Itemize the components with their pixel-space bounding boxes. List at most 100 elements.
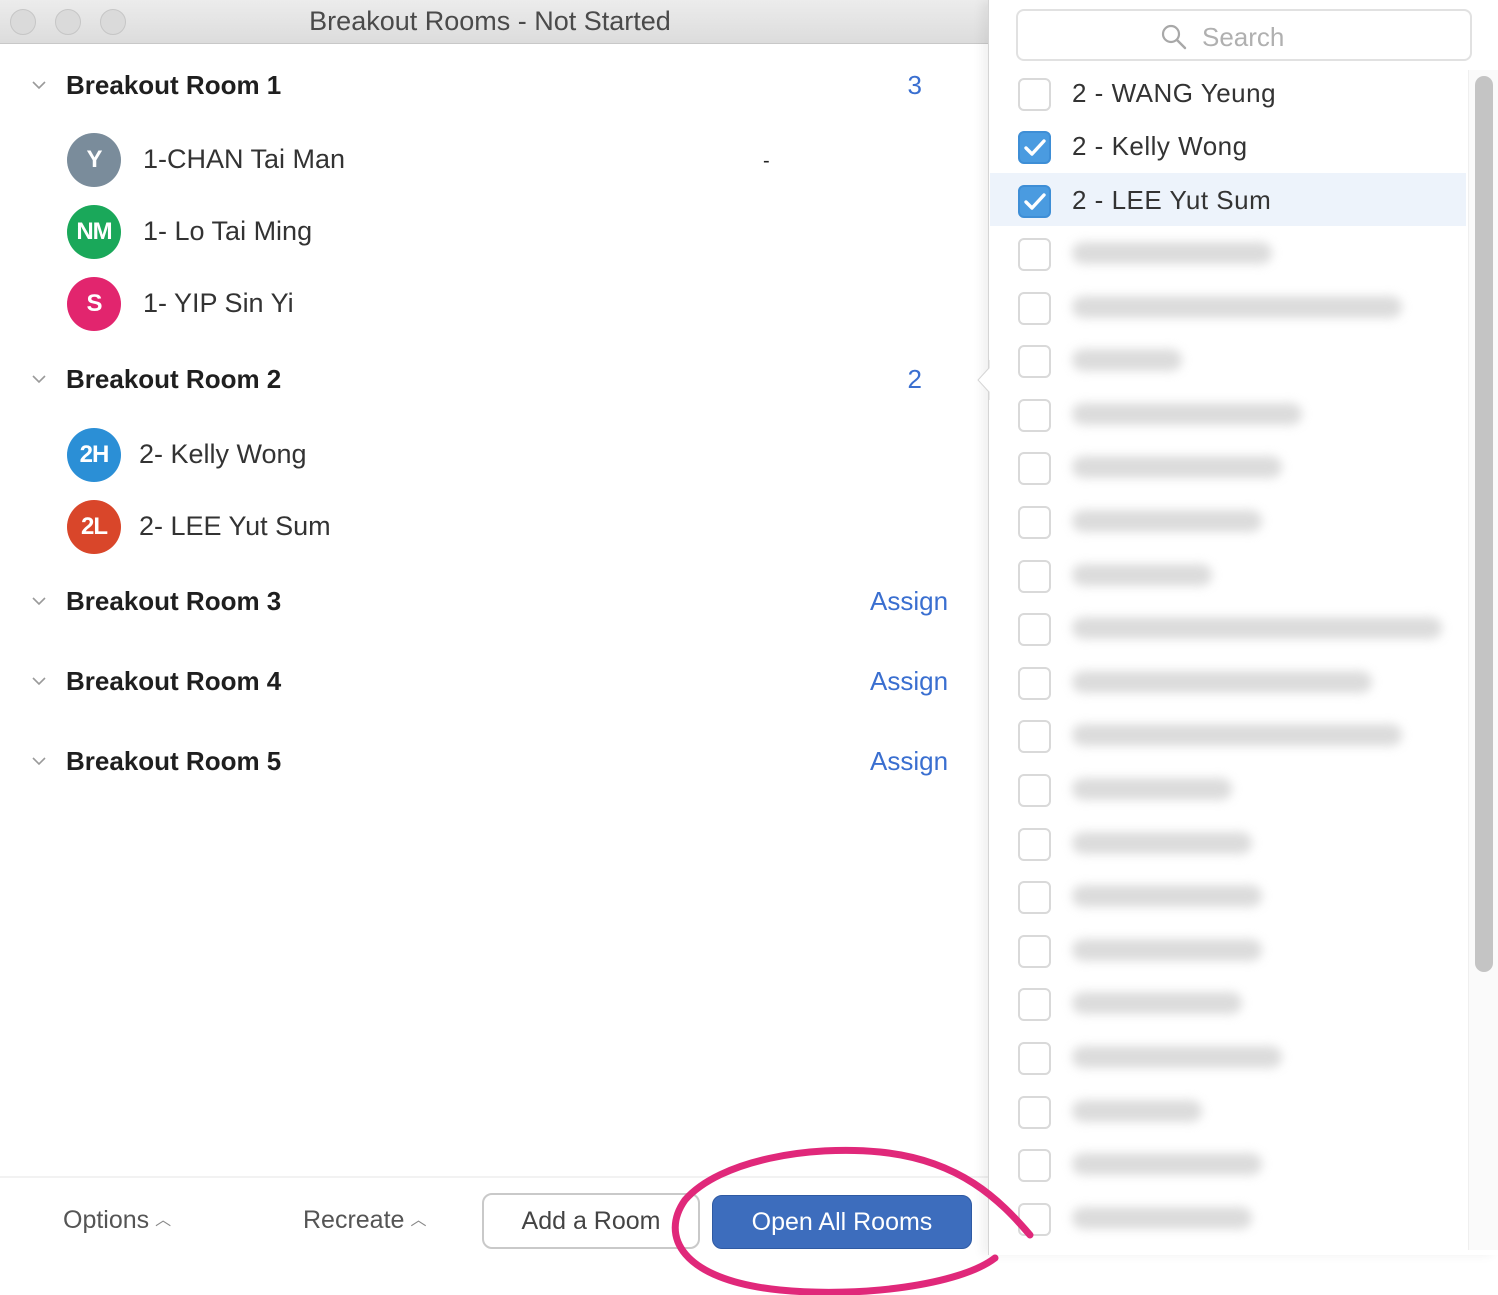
participant-checkbox[interactable]: [1018, 613, 1051, 647]
participant-checkbox[interactable]: [1018, 185, 1051, 218]
assign-link[interactable]: Assign: [870, 586, 948, 617]
participant-checkbox[interactable]: [1018, 452, 1051, 486]
room-member[interactable]: NM 1- Lo Tai Ming: [0, 205, 900, 261]
participant-checkbox[interactable]: [1018, 345, 1051, 379]
chevron-down-icon[interactable]: [30, 752, 48, 770]
participant-row-redacted[interactable]: [990, 976, 1466, 1029]
participant-checkbox[interactable]: [1018, 398, 1051, 432]
member-name: 2- LEE Yut Sum: [139, 511, 331, 541]
redacted-participant-name: [1072, 563, 1212, 586]
room-title: Breakout Room 3: [66, 586, 282, 616]
participant-row-redacted[interactable]: [990, 923, 1466, 976]
participant-row[interactable]: 2 - Kelly Wong: [990, 119, 1466, 172]
room-header-2[interactable]: Breakout Room 2 2: [0, 364, 990, 404]
participant-row-redacted[interactable]: [990, 1084, 1466, 1137]
participant-row-redacted[interactable]: [990, 762, 1466, 815]
search-icon: [1161, 24, 1187, 50]
participant-row-redacted[interactable]: [990, 816, 1466, 869]
search-input[interactable]: Search: [1016, 9, 1472, 61]
title-bar: Breakout Rooms - Not Started: [0, 0, 990, 44]
participant-row-redacted[interactable]: [990, 869, 1466, 922]
participant-checkbox[interactable]: [1018, 559, 1051, 593]
participant-checkbox[interactable]: [1018, 1202, 1051, 1236]
redacted-participant-name: [1072, 349, 1182, 372]
redacted-participant-name: [1072, 456, 1282, 479]
participant-row-redacted[interactable]: [990, 655, 1466, 708]
participant-row-redacted[interactable]: [990, 1191, 1466, 1244]
open-all-rooms-button[interactable]: Open All Rooms: [712, 1195, 972, 1249]
room-member[interactable]: S 1- YIP Sin Yi: [0, 277, 900, 333]
redacted-participant-name: [1072, 402, 1302, 425]
add-room-button[interactable]: Add a Room: [482, 1193, 700, 1249]
redacted-participant-name: [1072, 724, 1402, 747]
chevron-down-icon[interactable]: [30, 672, 48, 690]
participant-row-redacted[interactable]: [990, 440, 1466, 493]
assign-link[interactable]: Assign: [870, 746, 948, 777]
chevron-down-icon[interactable]: [30, 592, 48, 610]
room-member[interactable]: 2L 2- LEE Yut Sum: [0, 500, 900, 556]
room-header-3[interactable]: Breakout Room 3 Assign: [0, 586, 990, 626]
assign-link[interactable]: Assign: [870, 666, 948, 697]
participant-row-redacted[interactable]: [990, 601, 1466, 654]
participant-checkbox[interactable]: [1018, 774, 1051, 807]
redacted-participant-name: [1072, 295, 1402, 318]
options-label: Options: [63, 1206, 150, 1234]
participant-checkbox[interactable]: [1018, 1042, 1051, 1075]
room-member-count: 3: [907, 70, 922, 100]
room-title: Breakout Room 1: [66, 70, 282, 100]
options-button[interactable]: Options ︿: [63, 1206, 171, 1235]
participant-row-redacted[interactable]: [990, 1030, 1466, 1083]
room-member-count: 2: [907, 364, 922, 394]
window-title: Breakout Rooms - Not Started: [309, 6, 671, 36]
room-header-1[interactable]: Breakout Room 1 3: [0, 70, 990, 110]
participant-row-redacted[interactable]: [990, 548, 1466, 601]
participant-checkbox[interactable]: [1018, 988, 1051, 1022]
participant-row-redacted[interactable]: [990, 333, 1466, 386]
participant-checkbox[interactable]: [1018, 666, 1051, 700]
participant-checkbox[interactable]: [1018, 78, 1051, 111]
participant-name: 2 - WANG Yeung: [1072, 78, 1277, 108]
participant-row[interactable]: 2 - WANG Yeung: [990, 66, 1466, 119]
checkmark-icon: [1024, 193, 1046, 210]
chevron-up-icon: ︿: [155, 1212, 172, 1229]
redacted-participant-name: [1072, 670, 1372, 693]
participant-checkbox[interactable]: [1018, 131, 1051, 164]
member-name: 1-CHAN Tai Man: [143, 144, 346, 174]
participant-row-redacted[interactable]: [990, 708, 1466, 761]
participant-checkbox[interactable]: [1018, 881, 1051, 915]
redacted-participant-name: [1072, 831, 1252, 854]
participant-row-redacted[interactable]: [990, 226, 1466, 279]
participant-checkbox[interactable]: [1018, 291, 1051, 325]
redacted-participant-name: [1072, 885, 1262, 908]
participant-checkbox[interactable]: [1018, 827, 1051, 861]
footer-divider: [0, 1176, 990, 1178]
participant-row-redacted[interactable]: [990, 494, 1466, 547]
room-title: Breakout Room 4: [66, 666, 282, 696]
redacted-participant-name: [1072, 1153, 1262, 1176]
chevron-up-icon: ︿: [410, 1212, 427, 1229]
participant-row-redacted[interactable]: [990, 387, 1466, 440]
participant-row-redacted[interactable]: [990, 280, 1466, 333]
redacted-participant-name: [1072, 938, 1262, 961]
redacted-participant-name: [1072, 617, 1442, 640]
room-header-4[interactable]: Breakout Room 4 Assign: [0, 666, 990, 706]
participant-checkbox[interactable]: [1018, 720, 1051, 754]
participant-name: 2 - Kelly Wong: [1072, 131, 1248, 161]
scrollbar-thumb[interactable]: [1475, 76, 1493, 972]
participant-checkbox[interactable]: [1018, 506, 1051, 539]
avatar: 2H: [67, 428, 121, 482]
participant-row[interactable]: 2 - LEE Yut Sum: [990, 173, 1466, 226]
participant-checkbox[interactable]: [1018, 238, 1051, 271]
redacted-participant-name: [1072, 1099, 1202, 1122]
avatar: 2L: [67, 500, 121, 554]
participant-checkbox[interactable]: [1018, 1149, 1051, 1183]
chevron-down-icon[interactable]: [30, 370, 48, 388]
room-header-5[interactable]: Breakout Room 5 Assign: [0, 746, 990, 786]
recreate-button[interactable]: Recreate ︿: [303, 1206, 426, 1235]
participant-row-redacted[interactable]: [990, 1137, 1466, 1190]
chevron-down-icon[interactable]: [30, 76, 48, 94]
participant-checkbox[interactable]: [1018, 934, 1051, 968]
redacted-participant-name: [1072, 1046, 1282, 1068]
room-member[interactable]: 2H 2- Kelly Wong: [0, 428, 900, 484]
participant-checkbox[interactable]: [1018, 1095, 1051, 1129]
